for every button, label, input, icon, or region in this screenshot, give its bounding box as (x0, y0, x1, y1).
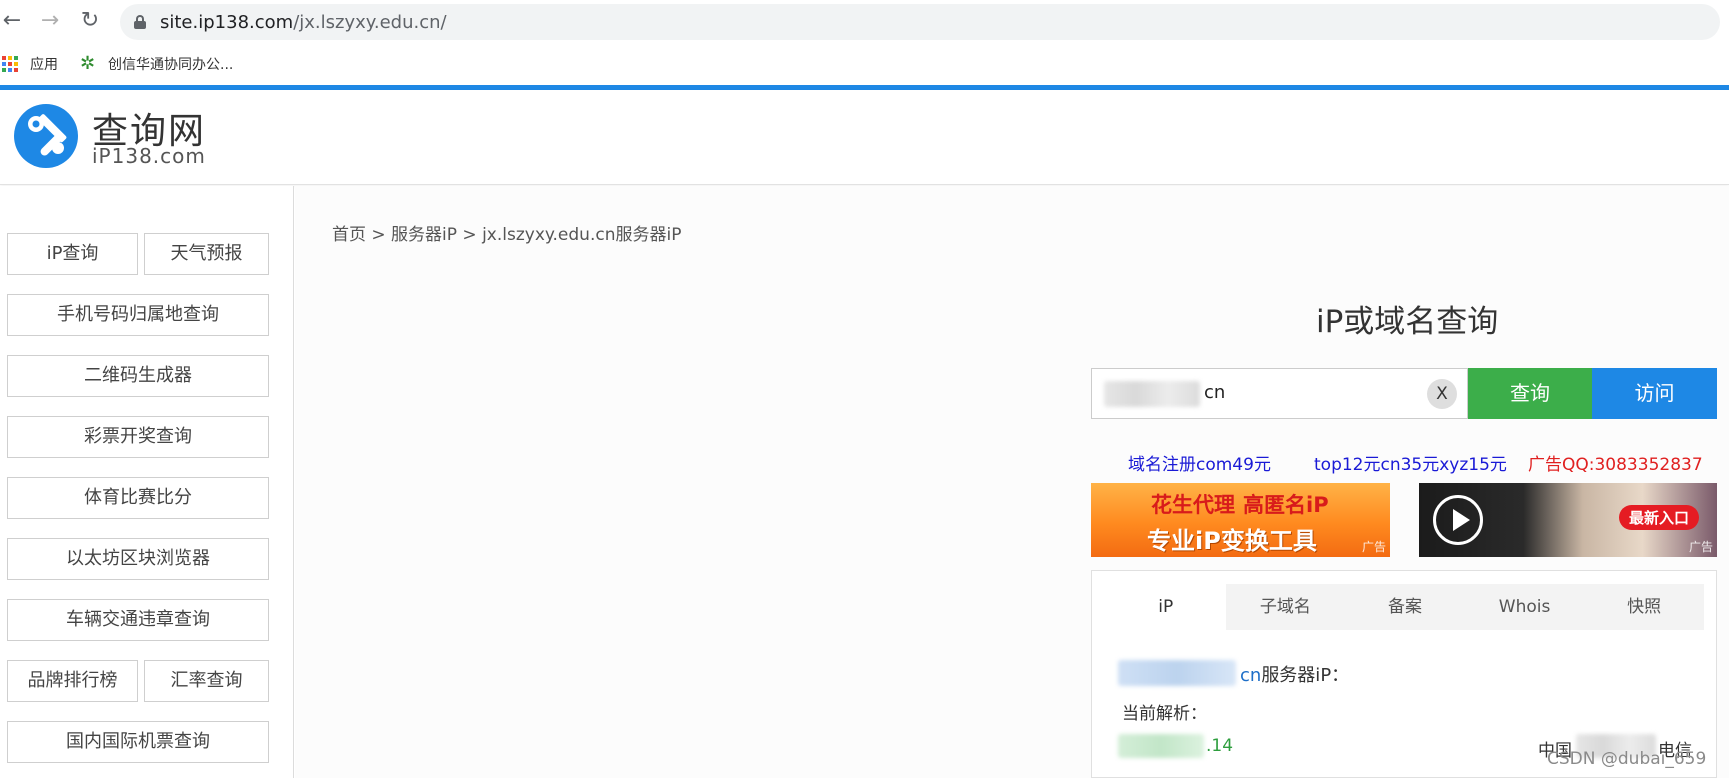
play-icon (1433, 495, 1483, 545)
bookmark-label: 创信华通协同办公... (108, 57, 234, 73)
breadcrumb[interactable]: 首页 > 服务器iP > jx.lszyxy.edu.cn服务器iP (332, 220, 681, 245)
result-tabs: iP 子域名 备案 Whois 快照 (1106, 584, 1704, 630)
redacted-ip (1118, 734, 1204, 758)
reload-icon[interactable]: ↻ (78, 9, 102, 33)
sidebar-item-ip-query[interactable]: iP查询 (7, 233, 138, 275)
current-resolve-label: 当前解析： (1122, 704, 1207, 724)
wrench-screwdriver-logo-icon[interactable] (14, 104, 78, 168)
bookmarks-bar: 应用 ✲ 创信华通协同办公... (0, 43, 1729, 85)
url-host: site.ip138.com (160, 12, 294, 33)
bookmark-label: 应用 (30, 57, 58, 73)
ad-tag: 广告 (1688, 540, 1713, 554)
newest-entry-badge: 最新入口 (1619, 505, 1700, 530)
url-path: /jx.lszyxy.edu.cn/ (293, 12, 447, 33)
apps-grid-icon (2, 56, 18, 72)
ad-banner-proxy[interactable]: 花生代理 高匿名iP 专业iP变换工具 广告 (1091, 483, 1390, 557)
query-title: iP或域名查询 (1316, 304, 1499, 340)
sidebar-item-ethereum[interactable]: 以太坊区块浏览器 (7, 538, 269, 580)
logo-subtitle[interactable]: iP138.com (92, 144, 206, 168)
sidebar-item-lottery[interactable]: 彩票开奖查询 (7, 416, 269, 458)
sidebar-item-weather[interactable]: 天气预报 (144, 233, 269, 275)
visit-button[interactable]: 访问 (1592, 368, 1717, 419)
result-domain: cn (1240, 665, 1262, 686)
ad-banner-video[interactable]: 最新入口 广告 (1419, 483, 1717, 557)
query-button[interactable]: 查询 (1468, 368, 1592, 419)
back-arrow-icon[interactable]: ← (0, 9, 24, 33)
gear-icon: ✲ (80, 53, 96, 74)
result-panel: iP 子域名 备案 Whois 快照 cn服务器iP： 当前解析： .14 中国… (1091, 570, 1717, 778)
banner-headline-a: 花生代理 (1151, 493, 1235, 517)
sidebar-item-qrcode[interactable]: 二维码生成器 (7, 355, 269, 397)
ad-link-tld-prices[interactable]: top12元cn35元xyz15元 (1314, 450, 1507, 475)
tab-whois[interactable]: Whois (1465, 584, 1585, 630)
ip-address[interactable]: .14 (1206, 736, 1233, 756)
tab-ip[interactable]: iP (1106, 584, 1226, 630)
sidebar-item-traffic[interactable]: 车辆交通违章查询 (7, 599, 269, 641)
address-bar[interactable]: site.ip138.com/jx.lszyxy.edu.cn/ (120, 4, 1720, 40)
tab-snapshot[interactable]: 快照 (1584, 584, 1704, 630)
redacted-domain (1118, 660, 1236, 686)
tab-subdomain[interactable]: 子域名 (1226, 584, 1346, 630)
clear-button[interactable]: X (1427, 379, 1457, 409)
site-header: 查询网 iP138.com (0, 90, 1729, 185)
sidebar-item-sports[interactable]: 体育比赛比分 (7, 477, 269, 519)
sidebar: iP查询 天气预报 手机号码归属地查询 二维码生成器 彩票开奖查询 体育比赛比分… (0, 186, 294, 778)
bookmark-apps[interactable]: 应用 (2, 53, 58, 75)
result-heading[interactable]: cn服务器iP： (1240, 661, 1349, 687)
ad-link-domain[interactable]: 域名注册com49元 (1128, 450, 1271, 475)
ad-link-qq[interactable]: 广告QQ:3083352837 (1528, 450, 1703, 475)
sidebar-item-flights[interactable]: 国内国际机票查询 (7, 721, 269, 763)
banner-headline-b: 高匿名iP (1243, 493, 1329, 517)
result-suffix: 服务器iP： (1261, 665, 1350, 686)
lock-icon (134, 15, 146, 29)
bookmark-office[interactable]: ✲ 创信华通协同办公... (80, 53, 233, 75)
redacted-text (1104, 381, 1200, 407)
search-input[interactable]: cn X (1091, 368, 1468, 419)
banner-tagline: 专业iP变换工具 (1147, 527, 1317, 555)
forward-arrow-icon[interactable]: → (38, 9, 62, 33)
sidebar-item-brands[interactable]: 品牌排行榜 (7, 660, 138, 702)
sidebar-item-phone-location[interactable]: 手机号码归属地查询 (7, 294, 269, 336)
watermark: CSDN @dubai_659 (1547, 749, 1707, 769)
tab-icp[interactable]: 备案 (1345, 584, 1465, 630)
ad-tag: 广告 (1361, 540, 1386, 554)
browser-toolbar: ← → ↻ site.ip138.com/jx.lszyxy.edu.cn/ (0, 0, 1729, 43)
search-input-value: cn (1204, 382, 1226, 403)
sidebar-item-exchange[interactable]: 汇率查询 (144, 660, 269, 702)
url-text[interactable]: site.ip138.com/jx.lszyxy.edu.cn/ (160, 12, 447, 33)
